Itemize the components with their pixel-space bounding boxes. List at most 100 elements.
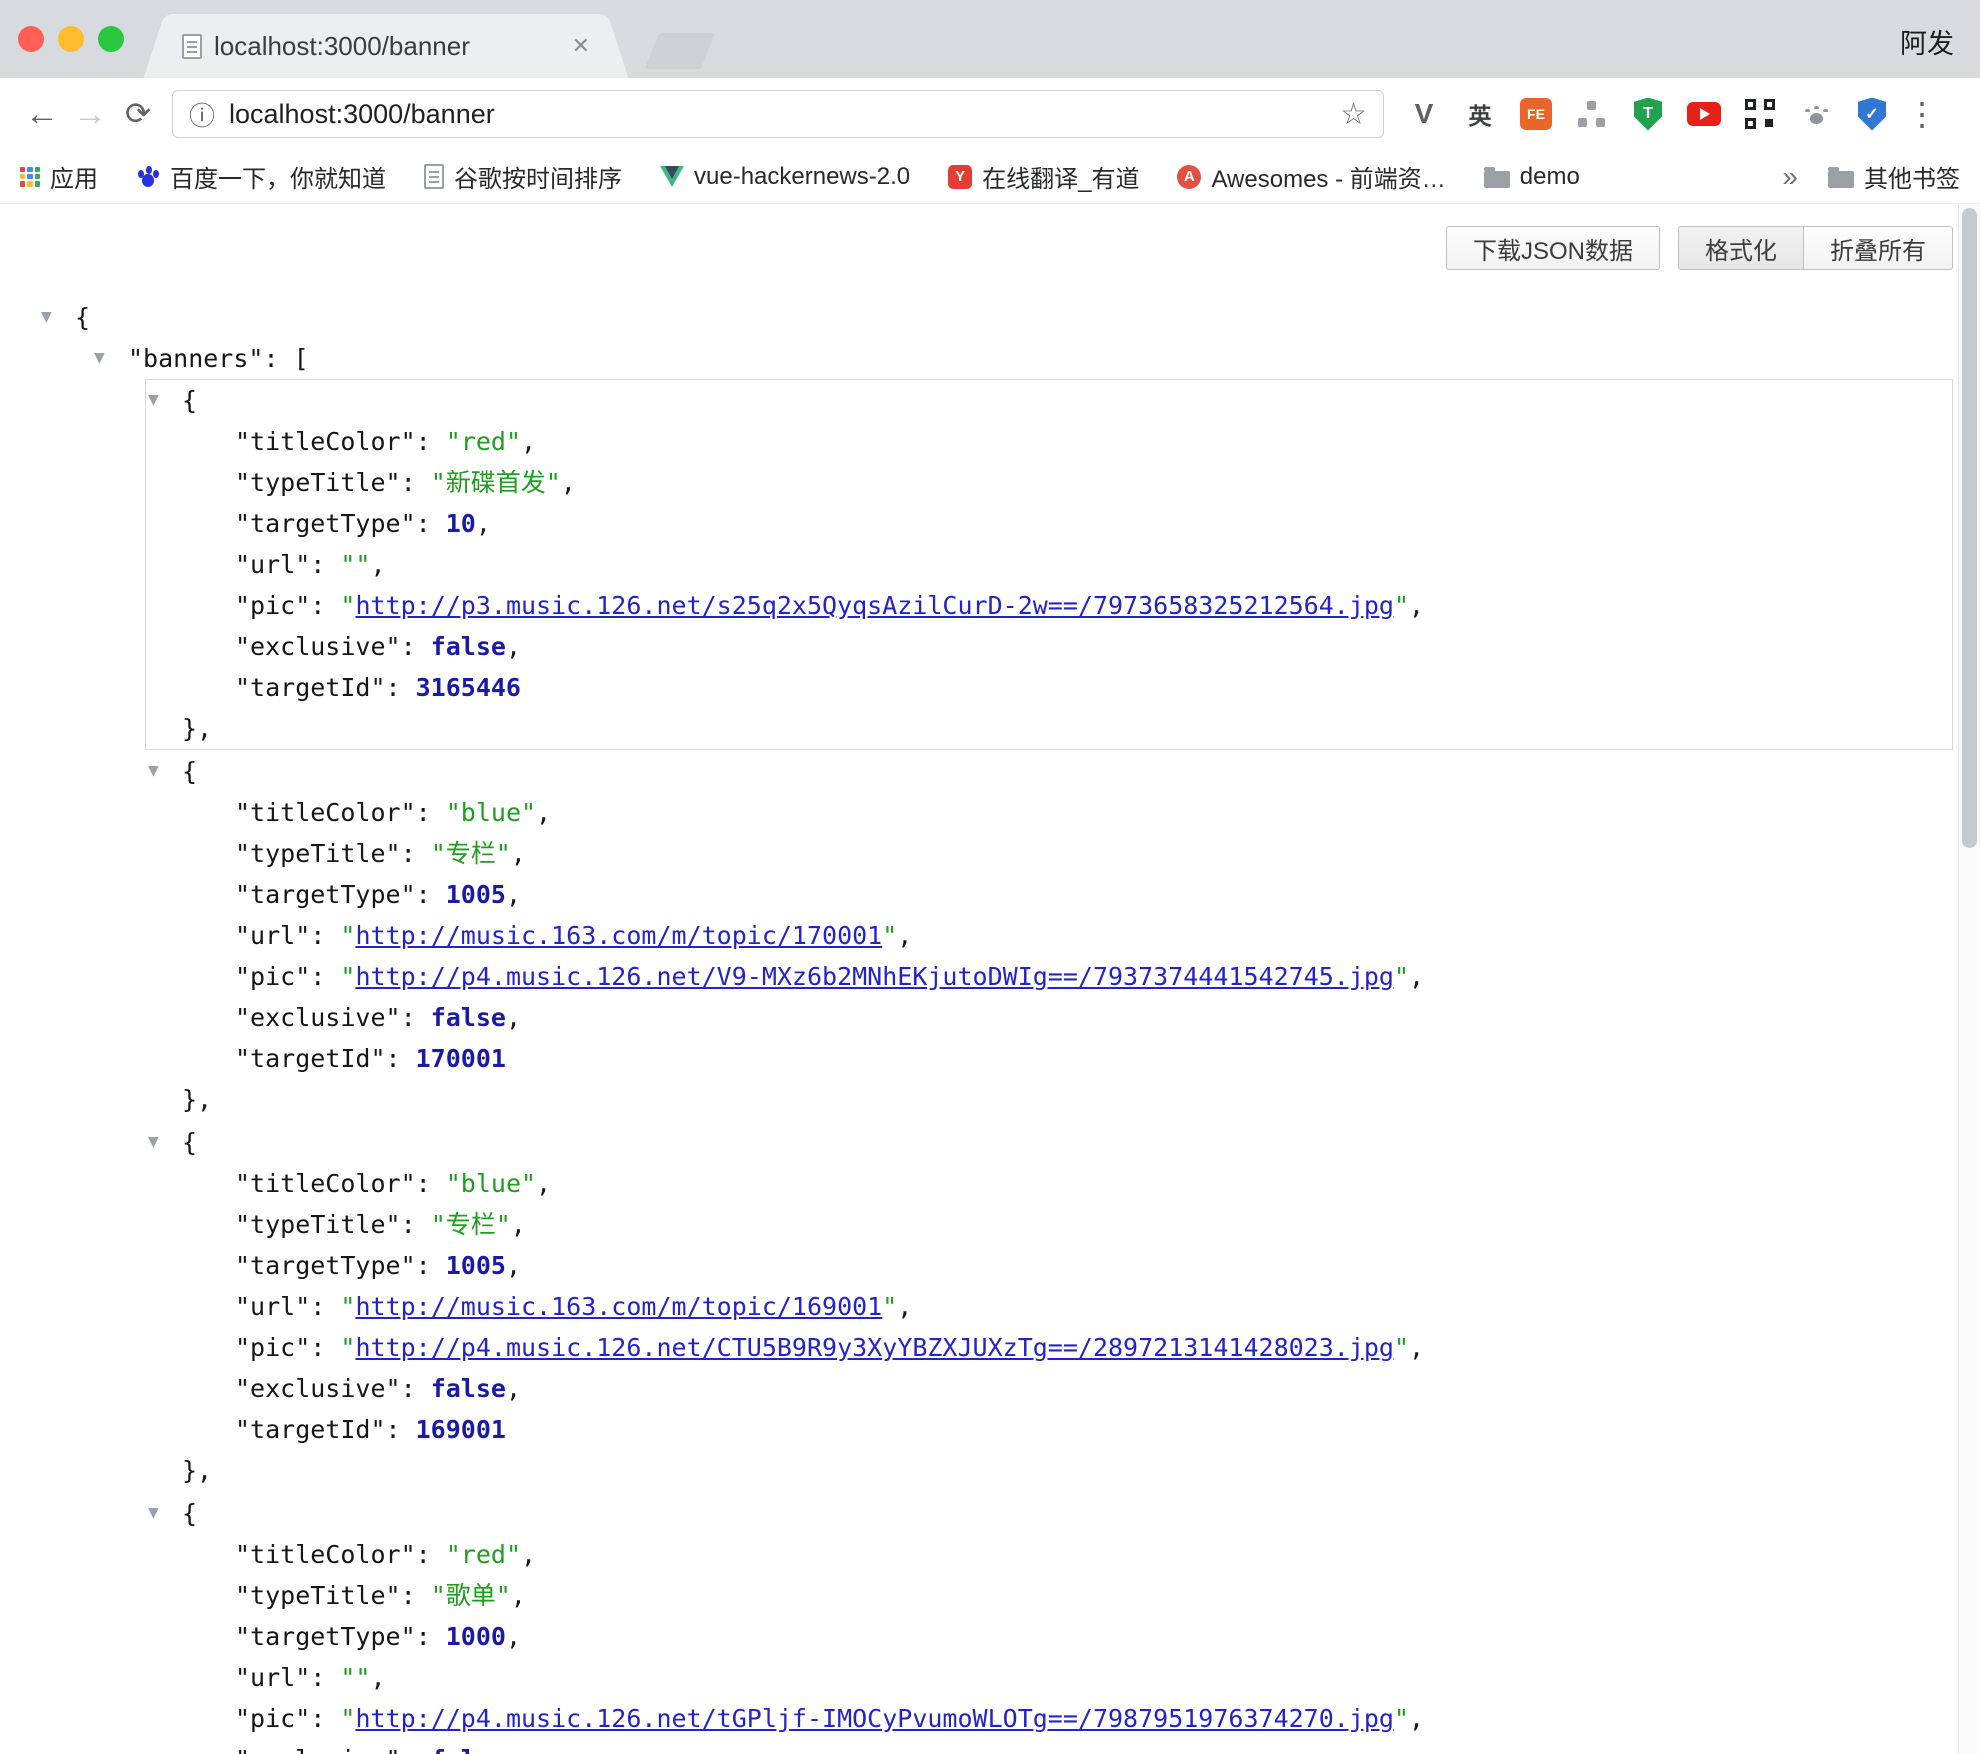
extension-paw-icon[interactable] (1798, 96, 1834, 132)
json-line: ▼{ (146, 380, 1952, 421)
json-line: "targetId": 170001 (146, 1038, 1952, 1079)
json-key: "targetId" (235, 1044, 386, 1073)
browser-tab[interactable]: localhost:3000/banner ✕ (166, 14, 606, 78)
json-punctuation: , (897, 1292, 912, 1321)
json-punctuation: : (416, 427, 446, 456)
collapse-toggle-icon[interactable]: ▼ (148, 1122, 159, 1163)
url-text[interactable]: localhost:3000/banner (229, 99, 1326, 130)
reload-button[interactable]: ⟳ (114, 96, 162, 132)
json-punctuation: }, (182, 1085, 212, 1114)
format-button[interactable]: 格式化 (1678, 226, 1804, 270)
extension-fehelper-icon[interactable]: FE (1518, 96, 1554, 132)
extension-translate-icon[interactable]: 英 (1462, 96, 1498, 132)
qr-code-icon (1745, 99, 1775, 129)
json-punctuation: , (370, 550, 385, 579)
bookmark-youdao-translate[interactable]: Y 在线翻译_有道 (948, 159, 1139, 194)
json-line: "url": "", (146, 1657, 1952, 1698)
json-string-value: "歌单" (431, 1581, 511, 1610)
close-window-button[interactable] (18, 26, 44, 52)
bookmark-google-sort[interactable]: 谷歌按时间排序 (424, 159, 622, 194)
download-json-button[interactable]: 下载JSON数据 (1446, 226, 1660, 270)
extension-blue-shield-icon[interactable]: ✓ (1854, 96, 1890, 132)
new-tab-button[interactable] (645, 33, 716, 69)
json-punctuation: : (401, 1581, 431, 1610)
extension-green-shield-icon[interactable]: T (1630, 96, 1666, 132)
json-punctuation: , (536, 798, 551, 827)
json-punctuation: " (340, 962, 355, 991)
collapse-toggle-icon[interactable]: ▼ (148, 1493, 159, 1534)
back-button[interactable]: ← (18, 95, 66, 134)
json-key: "targetId" (235, 1415, 386, 1444)
extension-team-icon[interactable] (1574, 96, 1610, 132)
extension-qrcode-icon[interactable] (1742, 96, 1778, 132)
profile-name[interactable]: 阿发 (1900, 22, 1954, 61)
json-number-value: 1000 (446, 1622, 506, 1651)
json-punctuation: : (401, 839, 431, 868)
json-punctuation: : (386, 1415, 416, 1444)
tab-favicon-page-icon (182, 34, 202, 59)
bookmarks-overflow-icon[interactable]: » (1782, 161, 1798, 193)
json-punctuation: { (75, 303, 90, 332)
json-key: "typeTitle" (235, 839, 401, 868)
bookmark-label: 应用 (50, 159, 98, 194)
zoom-window-button[interactable] (98, 26, 124, 52)
json-key: "titleColor" (235, 1169, 416, 1198)
collapse-toggle-icon[interactable]: ▼ (148, 751, 159, 792)
json-punctuation: : (416, 1251, 446, 1280)
collapse-toggle-icon[interactable]: ▼ (41, 297, 52, 338)
json-line: "url": "", (146, 544, 1952, 585)
json-key: "titleColor" (235, 798, 416, 827)
json-punctuation: : (401, 1003, 431, 1032)
bookmark-star-icon[interactable]: ☆ (1340, 97, 1367, 132)
browser-menu-icon[interactable]: ⋮ (1906, 95, 1938, 133)
json-line: "typeTitle": "专栏", (146, 833, 1952, 874)
json-punctuation: : (310, 962, 340, 991)
json-url-link[interactable]: http://p4.music.126.net/tGPljf-IMOCyPvum… (355, 1704, 1394, 1733)
page-scrollbar[interactable] (1958, 205, 1980, 1754)
bookmark-demo-folder[interactable]: demo (1484, 163, 1580, 191)
json-key: "targetId" (235, 673, 386, 702)
json-key: "url" (235, 1663, 310, 1692)
json-punctuation: , (511, 1210, 526, 1239)
json-url-link[interactable]: http://p4.music.126.net/V9-MXz6b2MNhEKju… (355, 962, 1394, 991)
json-punctuation: }, (182, 714, 212, 743)
tab-close-icon[interactable]: ✕ (572, 33, 590, 59)
address-bar[interactable]: ⓘ localhost:3000/banner ☆ (172, 90, 1384, 138)
bookmark-apps[interactable]: 应用 (20, 159, 98, 194)
json-line: "url": "http://music.163.com/m/topic/169… (146, 1286, 1952, 1327)
json-punctuation: : (416, 880, 446, 909)
bookmark-vue-hackernews[interactable]: vue-hackernews-2.0 (660, 163, 910, 191)
json-punctuation: " (1394, 962, 1409, 991)
json-url-link[interactable]: http://p4.music.126.net/CTU5B9R9y3XyYBZX… (355, 1333, 1394, 1362)
bookmark-awesomes[interactable]: A Awesomes - 前端资… (1177, 159, 1445, 194)
json-number-value: 169001 (416, 1415, 506, 1444)
scrollbar-thumb[interactable] (1962, 208, 1977, 848)
v-letter-glyph: V (1415, 98, 1434, 130)
bookmark-label: 在线翻译_有道 (982, 159, 1139, 194)
page-info-icon[interactable]: ⓘ (189, 96, 215, 133)
json-string-value: "" (340, 550, 370, 579)
minimize-window-button[interactable] (58, 26, 84, 52)
json-punctuation: , (1409, 1704, 1424, 1733)
json-punctuation: " (882, 921, 897, 950)
bookmark-baidu[interactable]: 百度一下，你就知道 (136, 159, 386, 194)
folder-icon (1828, 171, 1854, 188)
json-punctuation: : (310, 1292, 340, 1321)
json-line: ▼{ (146, 1493, 1952, 1534)
json-punctuation: , (506, 1622, 521, 1651)
vue-logo-icon (660, 166, 684, 188)
json-url-link[interactable]: http://p3.music.126.net/s25q2x5QyqsAzilC… (355, 591, 1394, 620)
json-url-link[interactable]: http://music.163.com/m/topic/169001 (355, 1292, 882, 1321)
json-url-link[interactable]: http://music.163.com/m/topic/170001 (355, 921, 882, 950)
collapse-toggle-icon[interactable]: ▼ (148, 380, 159, 421)
other-bookmarks[interactable]: 其他书签 (1828, 159, 1960, 194)
json-boolean-value: false (431, 1745, 506, 1754)
extension-v-icon[interactable]: V (1406, 96, 1442, 132)
other-bookmarks-label: 其他书签 (1864, 159, 1960, 194)
collapse-toggle-icon[interactable]: ▼ (94, 338, 105, 379)
json-key: "exclusive" (235, 632, 401, 661)
fehelper-glyph: FE (1520, 98, 1552, 130)
forward-button[interactable]: → (66, 95, 114, 134)
extension-youtube-icon[interactable] (1686, 96, 1722, 132)
collapse-all-button[interactable]: 折叠所有 (1803, 226, 1953, 270)
